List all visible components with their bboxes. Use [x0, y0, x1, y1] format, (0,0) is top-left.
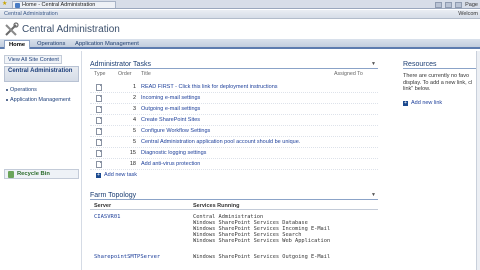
add-icon: + [403, 100, 408, 106]
page-title: Central Administration [22, 24, 120, 35]
page-scrollbar[interactable] [476, 51, 480, 270]
bullet-icon [6, 98, 8, 101]
farm-column-headers: Server Services Running [90, 203, 378, 210]
document-icon [96, 84, 102, 91]
column-services-running: Services Running [193, 203, 240, 209]
task-title-link[interactable]: READ FIRST - Click this link for deploym… [141, 84, 278, 90]
tab-home[interactable]: Home [4, 40, 31, 49]
document-icon [96, 161, 102, 168]
quick-launch-item-label: Application Management [10, 97, 71, 103]
add-new-task-link[interactable]: + Add new task [96, 172, 137, 178]
service-item[interactable]: Windows SharePoint Services Web Applicat… [193, 238, 330, 244]
favorites-star-icon[interactable]: ★ [2, 1, 8, 7]
resources-webpart: Resources There are currently no favo di… [403, 60, 480, 106]
browser-tab-strip: ★ Home - Central Administration Page [0, 0, 480, 9]
welcome-menu[interactable]: Welcom [458, 11, 478, 17]
resources-message-line: link" below. [403, 86, 431, 92]
resources-message-line: There are currently no favo [403, 73, 470, 79]
add-new-link-label: Add new link [411, 100, 443, 106]
browser-tab[interactable]: Home - Central Administration [12, 1, 116, 8]
column-type[interactable]: Type [94, 71, 105, 77]
task-title-link[interactable]: Central Administration application pool … [141, 139, 300, 145]
webpart-title-text[interactable]: Administrator Tasks [90, 61, 151, 68]
title-area: Central Administration [0, 20, 480, 39]
task-row: 15 Diagnostic logging settings [90, 149, 378, 159]
browser-command-bar: Page [435, 0, 478, 9]
browser-tab-title: Home - Central Administration [22, 2, 96, 8]
central-admin-logo-icon [5, 22, 19, 36]
task-order: 1 [132, 84, 136, 90]
services-list: Central Administration Windows SharePoin… [193, 214, 330, 244]
webpart-title: Administrator Tasks ▼ [90, 60, 378, 69]
task-title-link[interactable]: Diagnostic logging settings [141, 150, 206, 156]
column-title[interactable]: Title [141, 71, 151, 77]
webpart-title-text[interactable]: Resources [403, 61, 436, 68]
server-link[interactable]: SharepointSMTPServer [94, 254, 160, 260]
add-new-task-label: Add new task [104, 172, 138, 178]
feeds-icon[interactable] [445, 1, 453, 8]
task-order: 5 [132, 139, 136, 145]
task-row: 2 Incoming e-mail settings [90, 94, 378, 104]
column-assigned-to[interactable]: Assigned To [334, 71, 363, 77]
document-icon [96, 128, 102, 135]
document-icon [96, 150, 102, 157]
tasks-column-headers: Type Order Title Assigned To [90, 71, 378, 78]
recycle-bin-icon [8, 171, 14, 178]
service-item[interactable]: Windows SharePoint Services Outgoing E-M… [193, 254, 330, 260]
task-title-link[interactable]: Create SharePoint Sites [141, 117, 200, 123]
webpart-menu-arrow-icon[interactable]: ▼ [371, 60, 376, 69]
services-list: Windows SharePoint Services Outgoing E-M… [193, 254, 330, 260]
task-row: 5 Configure Workflow Settings [90, 127, 378, 137]
add-icon: + [96, 172, 101, 178]
task-order: 2 [132, 95, 136, 101]
quick-launch-item-application-management[interactable]: Application Management [6, 97, 76, 104]
webpart-title-text[interactable]: Farm Topology [90, 192, 136, 199]
column-order[interactable]: Order [118, 71, 132, 77]
add-new-link[interactable]: + Add new link [403, 100, 442, 106]
task-row: 18 Add anti-virus protection [90, 160, 378, 170]
task-title-link[interactable]: Add anti-virus protection [141, 161, 200, 167]
administrator-tasks-webpart: Administrator Tasks ▼ Type Order Title A… [90, 60, 378, 178]
page-menu[interactable]: Page [465, 2, 478, 8]
task-row: 4 Create SharePoint Sites [90, 116, 378, 126]
column-server: Server [94, 203, 112, 209]
recycle-bin-label: Recycle Bin [17, 171, 50, 177]
home-icon[interactable] [435, 1, 443, 8]
tab-operations[interactable]: Operations [33, 40, 69, 49]
task-row: 1 READ FIRST - Click this link for deploy… [90, 83, 378, 93]
webpart-menu-arrow-icon[interactable]: ▼ [371, 191, 376, 200]
task-order: 18 [129, 161, 136, 167]
task-order: 4 [132, 117, 136, 123]
task-title-link[interactable]: Configure Workflow Settings [141, 128, 210, 134]
page-favicon-icon [15, 3, 20, 8]
webpart-title: Farm Topology ▼ [90, 191, 378, 200]
task-row: 5 Central Administration application pool… [90, 138, 378, 148]
top-nav-tabs: Home Operations Application Management [0, 39, 480, 49]
bullet-icon [6, 88, 8, 91]
task-title-link[interactable]: Incoming e-mail settings [141, 95, 200, 101]
server-link[interactable]: CIASVR01 [94, 214, 121, 220]
document-icon [96, 139, 102, 146]
document-icon [96, 95, 102, 102]
task-order: 15 [129, 150, 136, 156]
task-title-link[interactable]: Outgoing e-mail settings [141, 106, 200, 112]
left-navigation: View All Site Content Central Administra… [0, 51, 82, 270]
quick-launch-item-operations[interactable]: Operations [6, 87, 37, 94]
resources-empty-message: There are currently no favo display. To … [403, 73, 480, 93]
task-row: 3 Outgoing e-mail settings [90, 105, 378, 115]
view-all-site-content-link[interactable]: View All Site Content [4, 55, 62, 64]
top-links-bar: Central Administration Welcom [0, 10, 480, 19]
quick-launch-item-label: Operations [10, 87, 37, 93]
quick-launch-heading[interactable]: Central Administration [4, 66, 79, 82]
task-order: 5 [132, 128, 136, 134]
recycle-bin-link[interactable]: Recycle Bin [4, 169, 79, 179]
site-link[interactable]: Central Administration [4, 11, 58, 17]
document-icon [96, 117, 102, 124]
tab-application-management[interactable]: Application Management [71, 40, 143, 49]
print-icon[interactable] [455, 1, 463, 8]
farm-topology-webpart: Farm Topology ▼ Server Services Running … [90, 191, 378, 260]
webpart-title: Resources [403, 60, 480, 69]
document-icon [96, 106, 102, 113]
task-order: 3 [132, 106, 136, 112]
